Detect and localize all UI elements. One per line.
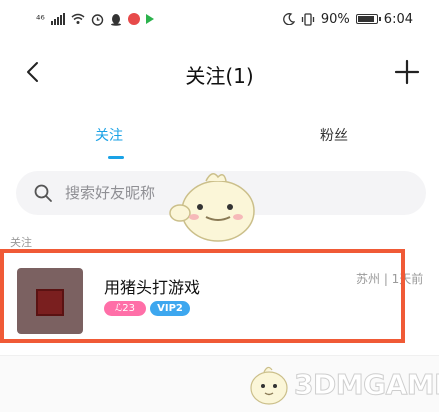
add-icon[interactable]: [393, 58, 421, 86]
status-bar: ⁴⁶ 90% 6:04: [0, 0, 439, 40]
watermark-text: 3DMGAME: [294, 368, 439, 402]
play-store-icon: [145, 14, 154, 24]
highlight-box: [0, 249, 405, 343]
mascot-image: [169, 173, 255, 242]
battery-percent: 90%: [320, 11, 350, 27]
search-icon: [34, 184, 52, 202]
clock: 6:04: [383, 11, 413, 27]
watermark-mascot-icon: [250, 366, 288, 405]
vibrate-icon: [301, 12, 315, 26]
page-title: 关注(1): [185, 64, 254, 88]
battery-icon: [355, 14, 381, 24]
notification-app-icon: [127, 13, 140, 25]
signal-icon: [50, 13, 65, 25]
moon-icon: [283, 13, 295, 25]
status-bar-left: ⁴⁶: [36, 11, 154, 27]
section-label: 关注: [10, 236, 32, 249]
network-type-label: ⁴⁶: [36, 12, 45, 26]
active-tab-indicator: [108, 156, 124, 159]
qq-icon: [110, 13, 121, 26]
status-bar-right: 90% 6:04: [283, 11, 413, 27]
tab-fans[interactable]: 粉丝: [320, 125, 348, 145]
tab-following[interactable]: 关注: [95, 125, 123, 145]
alarm-icon: [91, 13, 104, 26]
wifi-icon: [71, 13, 85, 24]
